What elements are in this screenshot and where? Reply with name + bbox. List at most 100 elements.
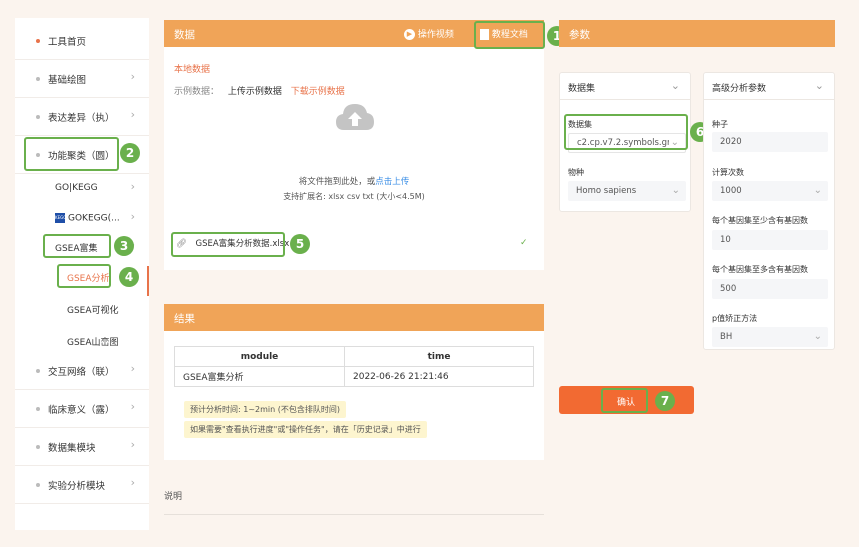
sidebar-item-label: 交互网络（联） [48, 367, 115, 378]
max-genes-input[interactable]: 500 [712, 279, 828, 299]
kegg-logo-icon: KEGG [55, 213, 66, 223]
cloud-upload-icon [336, 104, 374, 130]
sidebar-item-label: 数据集模块 [48, 443, 96, 454]
sidebar-item-label: 表达差异（执） [48, 113, 115, 124]
sidebar-item-label: 工具首页 [48, 37, 87, 48]
species-label: 物种 [568, 168, 584, 177]
species-select[interactable]: Homo sapiens ⌄ [568, 181, 686, 201]
highlight-box [474, 21, 545, 49]
sidebar-item-home[interactable]: 工具首页 [15, 22, 149, 60]
dataset-card-title: 数据集 [568, 84, 596, 94]
count-label: 计算次数 [712, 168, 744, 177]
highlight-box [57, 264, 111, 288]
page: 工具首页 基础绘图 › 表达差异（执） › 功能聚类（圆） › GO|KEGG … [0, 0, 859, 547]
p-adjust-select[interactable]: BH ⌄ [712, 327, 828, 347]
local-data-tab[interactable]: 本地数据 [174, 62, 210, 75]
dataset-card-header[interactable]: 数据集 ⌄ [560, 73, 690, 100]
chevron-right-icon: › [130, 362, 135, 375]
chevron-right-icon: › [130, 400, 135, 413]
column-header: module [174, 346, 345, 367]
chevron-down-icon: ⌄ [813, 331, 822, 342]
explain-label: 说明 [164, 492, 183, 502]
result-panel-header: 结果 [164, 304, 544, 331]
bullet-icon [36, 115, 40, 119]
chevron-down-icon: ⌄ [813, 185, 822, 196]
step-marker: 5 [290, 234, 310, 254]
sidebar-sub-label: GOKEGG(... [68, 213, 120, 224]
chevron-right-icon: › [130, 180, 135, 193]
upload-example-link[interactable]: 上传示例数据 [228, 87, 282, 97]
chevron-right-icon: › [130, 108, 135, 121]
estimate-note: 预计分析时间: 1~2min (不包含排队时间) [184, 401, 346, 418]
count-select[interactable]: 1000 ⌄ [712, 181, 828, 201]
bullet-icon [36, 39, 40, 43]
step-marker: 4 [119, 267, 139, 287]
chevron-right-icon: › [130, 476, 135, 489]
advanced-card-header[interactable]: 高级分析参数 ⌄ [704, 73, 834, 100]
check-icon: ✓ [520, 238, 528, 248]
max-genes-label: 每个基因集至多含有基因数 [712, 265, 808, 274]
sidebar-item-clinical[interactable]: 临床意义（露） › [15, 390, 149, 428]
sidebar-sub-label: GSEA可视化 [67, 306, 119, 316]
sidebar-item-network[interactable]: 交互网络（联） › [15, 352, 149, 390]
min-genes-input[interactable]: 10 [712, 230, 828, 250]
sidebar-item-label: 临床意义（露） [48, 405, 115, 416]
sidebar-item-label: 基础绘图 [48, 75, 87, 86]
drop-text: 将文件拖到此处，或 [298, 177, 376, 187]
divider [164, 514, 544, 515]
chevron-right-icon: › [130, 438, 135, 451]
result-panel: 结果 module time GSEA富集分析 2022-06-26 21:21… [164, 304, 544, 460]
chevron-down-icon: ⌄ [814, 79, 824, 92]
drop-text-row: 将文件拖到此处，或点击上传 [164, 175, 544, 187]
bullet-icon [36, 483, 40, 487]
highlight-box [43, 234, 111, 258]
play-icon: ▶ [404, 29, 415, 40]
chevron-right-icon: › [130, 210, 135, 223]
sidebar-sub-label: GO|KEGG [55, 183, 98, 193]
chevron-right-icon: › [130, 70, 135, 83]
step-marker: 7 [655, 391, 675, 411]
op-video-label: 操作视频 [417, 30, 454, 40]
sidebar-item-diff-expr[interactable]: 表达差异（执） › [15, 98, 149, 136]
sidebar-sub-label: GSEA山峦图 [67, 338, 119, 348]
p-adjust-value: BH [720, 332, 733, 342]
result-table: module time GSEA富集分析 2022-06-26 21:21:46 [174, 346, 534, 387]
seed-input[interactable]: 2020 [712, 132, 828, 152]
advanced-card-title: 高级分析参数 [712, 84, 767, 94]
species-value: Homo sapiens [576, 186, 637, 196]
example-label: 示例数据： [174, 87, 220, 97]
table-cell: 2022-06-26 21:21:46 [344, 366, 534, 387]
bullet-icon [36, 369, 40, 373]
example-data-row: 示例数据： 上传示例数据 下载示例数据 [174, 84, 345, 97]
sidebar-item-experiment[interactable]: 实验分析模块 › [15, 466, 149, 504]
table-row[interactable]: GSEA富集分析 2022-06-26 21:21:46 [174, 366, 534, 387]
table-header-row: module time [174, 346, 534, 367]
chevron-down-icon: ⌄ [671, 185, 680, 196]
click-upload-link[interactable]: 点击上传 [375, 177, 409, 187]
highlight-box [171, 232, 285, 257]
seed-label: 种子 [712, 120, 728, 129]
sidebar-item-basic-plot[interactable]: 基础绘图 › [15, 60, 149, 98]
bullet-icon [36, 445, 40, 449]
sidebar-sub-gsea-vis[interactable]: GSEA可视化 [15, 294, 149, 324]
highlight-box [601, 388, 648, 413]
bullet-icon [36, 407, 40, 411]
sidebar-sub-gokegg[interactable]: KEGG GOKEGG(... › [15, 204, 149, 234]
highlight-box [564, 114, 688, 150]
active-indicator [147, 266, 149, 296]
sidebar-sub-go-kegg[interactable]: GO|KEGG › [15, 174, 149, 204]
column-header: time [344, 346, 534, 367]
params-header: 参数 [559, 20, 835, 47]
bullet-icon [36, 77, 40, 81]
step-marker: 2 [120, 143, 140, 163]
data-panel-title: 数据 [174, 29, 195, 41]
download-example-link[interactable]: 下载示例数据 [291, 87, 345, 97]
params-title: 参数 [569, 29, 590, 41]
op-video-button[interactable]: ▶ 操作视频 [404, 27, 454, 40]
sidebar-item-dataset[interactable]: 数据集模块 › [15, 428, 149, 466]
p-adjust-label: p值矫正方法 [712, 314, 758, 323]
highlight-box [24, 137, 119, 171]
history-note: 如果需要"查看执行进度"或"操作任务"，请在「历史记录」中进行 [184, 421, 427, 438]
advanced-card: 高级分析参数 ⌄ 种子 2020 计算次数 1000 ⌄ 每个基因集至少含有基因… [703, 72, 835, 350]
upload-dropzone[interactable] [334, 100, 376, 137]
